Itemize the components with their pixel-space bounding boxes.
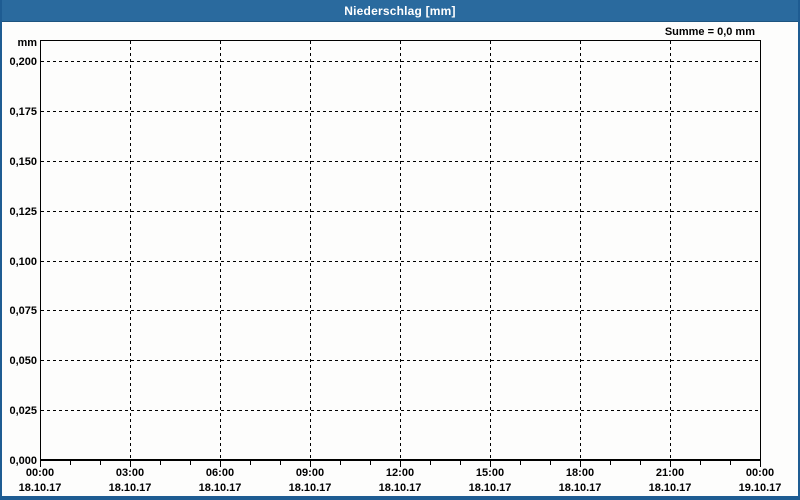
y-tick-label: 0,075: [9, 305, 37, 317]
chart-window: Niederschlag [mm] Summe = 0,0 mm mm 0,20…: [0, 0, 800, 500]
y-tick-label: 0,025: [9, 405, 37, 417]
x-tick-date-label: 18.10.17: [199, 482, 242, 494]
x-axis-labels: 00:00 18.10.17 03:00 18.10.17 06:00 18.10.17 0…: [19, 467, 782, 494]
x-tick-date-label: 18.10.17: [649, 482, 692, 494]
y-tick-label: 0,100: [9, 256, 37, 268]
y-tick-label: 0,000: [9, 455, 37, 467]
x-tick-date-label: 18.10.17: [379, 482, 422, 494]
chart-area: Summe = 0,0 mm mm 0,200 0,175 0,150 0,125 0,…: [2, 22, 798, 496]
x-tick-date-label: 19.10.17: [739, 482, 782, 494]
grid-vertical: [130, 41, 671, 459]
window-titlebar: Niederschlag [mm]: [2, 0, 798, 22]
y-tick-label: 0,050: [9, 355, 37, 367]
y-tick-label: 0,200: [9, 56, 37, 68]
x-tick-date-label: 18.10.17: [109, 482, 152, 494]
x-tick-time-label: 21:00: [656, 467, 684, 479]
x-tick-time-label: 00:00: [746, 467, 774, 479]
y-axis-unit-label: mm: [17, 37, 37, 49]
y-axis-labels: 0,200 0,175 0,150 0,125 0,100 0,075 0,050 0,025…: [9, 56, 37, 467]
x-tick-time-label: 15:00: [476, 467, 504, 479]
x-tick-time-label: 18:00: [566, 467, 594, 479]
y-tick-label: 0,125: [9, 206, 37, 218]
plot-svg: Summe = 0,0 mm mm 0,2000,1750,1500,1250,…: [9, 26, 782, 494]
window-title: Niederschlag [mm]: [344, 4, 456, 18]
x-tick-date-label: 18.10.17: [469, 482, 512, 494]
y-tick-label: 0,175: [9, 106, 37, 118]
x-tick-time-label: 09:00: [296, 467, 324, 479]
x-tick-time-label: 03:00: [116, 467, 144, 479]
sum-annotation: Summe = 0,0 mm: [665, 26, 755, 38]
x-tick-date-label: 18.10.17: [559, 482, 602, 494]
x-tick-date-label: 18.10.17: [289, 482, 332, 494]
y-tick-label: 0,150: [9, 156, 37, 168]
x-tick-time-label: 06:00: [206, 467, 234, 479]
x-tick-time-label: 12:00: [386, 467, 414, 479]
x-tick-date-label: 18.10.17: [19, 482, 62, 494]
x-tick-time-label: 00:00: [26, 467, 54, 479]
